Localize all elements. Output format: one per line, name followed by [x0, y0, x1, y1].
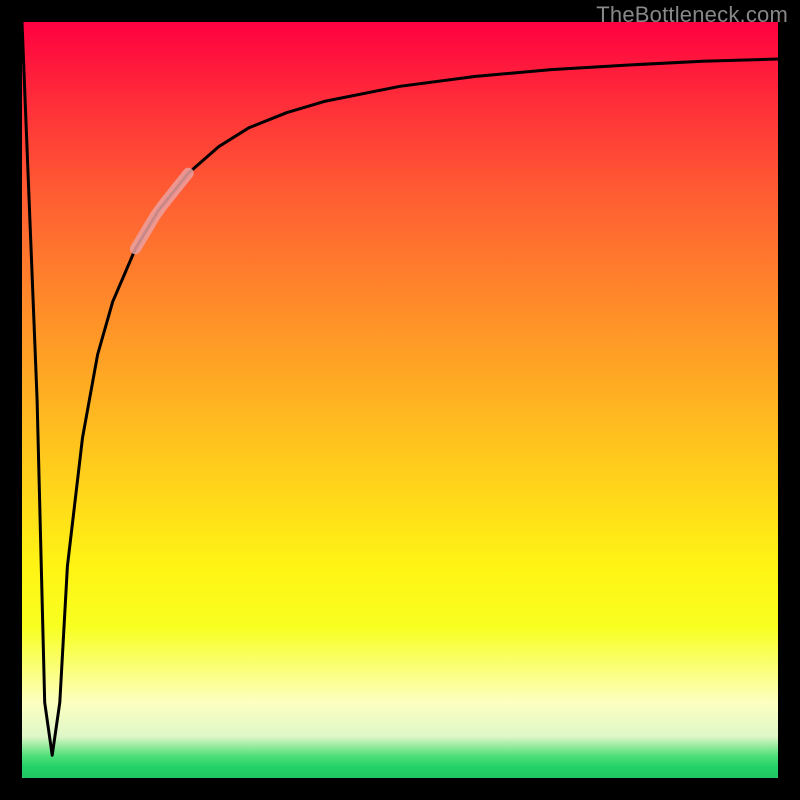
highlight-segment: [135, 173, 188, 249]
chart-svg: [22, 22, 778, 778]
chart-frame: TheBottleneck.com: [0, 0, 800, 800]
plot-area: [22, 22, 778, 778]
bottleneck-curve: [22, 22, 778, 755]
watermark-text: TheBottleneck.com: [596, 2, 788, 28]
